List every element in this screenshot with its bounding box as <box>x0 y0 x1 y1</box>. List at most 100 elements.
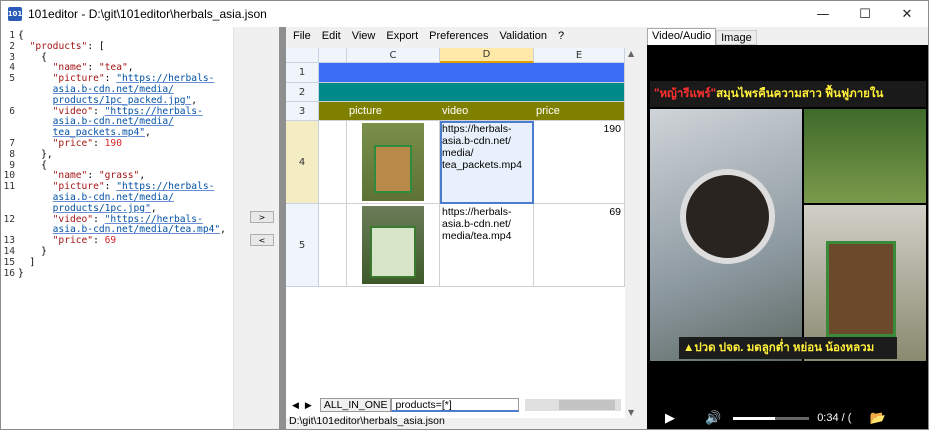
cell-d5[interactable]: https://herbals- asia.b-cdn.net/ media/t… <box>440 204 534 287</box>
play-icon[interactable]: ▶ <box>665 410 675 426</box>
code-line[interactable]: "price": 190 <box>18 138 122 149</box>
row-header-3[interactable]: 3 <box>286 102 319 121</box>
sheet-tabs: ◀ ▶ ALL_IN_ONE products=[*] <box>286 397 639 413</box>
product-image-grass <box>362 206 424 284</box>
column-header-b[interactable] <box>319 48 347 63</box>
code-line[interactable]: "video": "https://herbals- <box>18 106 203 117</box>
preview-tabs: Video/Audio Image <box>647 27 928 45</box>
tab-video-audio[interactable]: Video/Audio <box>647 28 717 45</box>
menu-export[interactable]: Export <box>386 30 418 42</box>
code-line[interactable]: "name": "grass", <box>18 171 145 182</box>
window-title: 101editor - D:\git\101editor\herbals_asi… <box>28 7 267 21</box>
sync-buttons-panel: > < <box>245 27 279 429</box>
grid-vertical-scrollbar[interactable]: ▲ ▼ <box>625 48 639 418</box>
line-number: 7 <box>9 138 15 149</box>
code-line[interactable]: "video": "https://herbals- <box>18 214 203 225</box>
code-line[interactable]: products/1pc_packed.jpg", <box>18 95 197 106</box>
editor-scrollbar[interactable] <box>233 27 245 429</box>
cell-e4[interactable]: 190 <box>534 121 625 204</box>
video-time: 0:34 / ( <box>817 412 852 424</box>
line-number: 15 <box>3 256 15 268</box>
minimize-icon[interactable]: — <box>802 1 844 27</box>
code-line[interactable]: } <box>18 246 47 257</box>
code-line[interactable]: "picture": "https://herbals- <box>18 73 215 84</box>
header-video[interactable]: video <box>440 103 470 119</box>
folder-icon[interactable]: 📂 <box>869 410 885 426</box>
push-right-button[interactable]: > <box>250 211 274 223</box>
spreadsheet-grid[interactable]: C D E 1 2 3 4 5 picture video price http… <box>286 48 625 418</box>
row-1-band[interactable] <box>319 63 625 83</box>
app-window: 101 101editor - D:\git\101editor\herbals… <box>0 0 929 430</box>
tab-next-icon[interactable]: ▶ <box>305 400 312 411</box>
code-line[interactable]: asia.b-cdn.net/media/tea.mp4", <box>18 225 226 236</box>
line-number: 2 <box>9 40 15 52</box>
code-line[interactable]: asia.b-cdn.net/media/ <box>18 117 174 127</box>
header-picture[interactable]: picture <box>347 103 384 119</box>
video-url-grass: https://herbals- asia.b-cdn.net/ media/t… <box>442 206 512 242</box>
code-line[interactable]: "products": [ <box>18 41 105 52</box>
cell-c4[interactable] <box>347 121 440 204</box>
line-number: 16 <box>3 267 15 279</box>
tab-image[interactable]: Image <box>716 30 757 45</box>
menu-edit[interactable]: Edit <box>322 30 341 42</box>
row-header-2[interactable]: 2 <box>286 83 319 102</box>
row-header-4[interactable]: 4 <box>286 121 319 204</box>
code-line[interactable]: asia.b-cdn.net/media/ <box>18 192 174 203</box>
menu-help[interactable]: ? <box>558 30 564 42</box>
product-image-tea <box>362 123 424 201</box>
code-line[interactable]: { <box>18 52 47 63</box>
row-header-5[interactable]: 5 <box>286 204 319 287</box>
tab-all-in-one[interactable]: ALL_IN_ONE <box>319 398 392 412</box>
push-left-button[interactable]: < <box>250 234 274 246</box>
line-number: 6 <box>9 105 15 117</box>
grid-panel: File Edit View Export Preferences Validation?… <box>286 27 639 429</box>
volume-icon[interactable]: 🔊 <box>705 410 721 426</box>
cell-b5[interactable] <box>319 204 347 287</box>
code-line[interactable]: "picture": "https://herbals- <box>18 181 215 192</box>
menu-preferences[interactable]: Preferences <box>429 30 488 42</box>
code-line[interactable]: { <box>18 30 24 41</box>
code-line[interactable]: "name": "tea", <box>18 63 134 74</box>
menu-view[interactable]: View <box>352 30 376 42</box>
line-number: 8 <box>9 148 15 160</box>
close-icon[interactable]: ✕ <box>886 1 928 27</box>
cell-d4[interactable]: https://herbals- asia.b-cdn.net/ media/ … <box>440 121 534 204</box>
menu-file[interactable]: File <box>293 30 311 42</box>
row-header-1[interactable]: 1 <box>286 63 319 83</box>
code-line[interactable]: "price": 69 <box>18 235 117 246</box>
code-line[interactable]: }, <box>18 149 53 160</box>
code-line[interactable]: { <box>18 160 47 171</box>
column-header-d[interactable]: D <box>440 48 534 63</box>
app-icon: 101 <box>8 7 22 21</box>
line-number: 3 <box>9 51 15 63</box>
code-line[interactable]: tea_packets.mp4", <box>18 127 151 138</box>
horizontal-scrollbar[interactable] <box>525 399 622 411</box>
tab-products[interactable]: products=[*] <box>391 398 520 412</box>
tab-prev-icon[interactable]: ◀ <box>292 400 299 411</box>
code-line[interactable]: asia.b-cdn.net/media/ <box>18 84 174 95</box>
cell-c5[interactable] <box>347 204 440 287</box>
video-controls: ▶ 🔊 0:34 / ( 📂 <box>647 405 928 429</box>
video-frame-kettle <box>650 109 802 361</box>
menu-validation[interactable]: Validation <box>499 30 547 42</box>
code-line[interactable]: products/1pc.jpg", <box>18 203 157 214</box>
column-header-e[interactable]: E <box>534 48 625 63</box>
seek-bar[interactable] <box>733 416 810 420</box>
preview-splitter[interactable] <box>639 27 647 429</box>
json-editor[interactable]: 1{2 "products": [3 {4 "name": "tea", 5 "p… <box>1 27 233 429</box>
line-number: 10 <box>3 170 15 182</box>
cell-b4[interactable] <box>319 121 347 204</box>
title-bar: 101 101editor - D:\git\101editor\herbals… <box>1 1 928 27</box>
header-price[interactable]: price <box>534 103 562 119</box>
code-line[interactable]: } <box>18 268 24 279</box>
row-2-band[interactable] <box>319 83 625 102</box>
maximize-icon[interactable]: ☐ <box>844 1 886 27</box>
line-number: 5 <box>9 73 15 85</box>
status-bar-path: D:\git\101editor\herbals_asia.json <box>289 415 445 427</box>
code-line[interactable]: ] <box>18 257 36 268</box>
column-header-c[interactable]: C <box>347 48 440 63</box>
splitter[interactable] <box>279 27 286 429</box>
grid-corner[interactable] <box>286 48 319 63</box>
media-preview: Video/Audio Image "หญ้ารีแพร์" สมุนไพรคื… <box>647 27 928 429</box>
cell-e5[interactable]: 69 <box>534 204 625 287</box>
